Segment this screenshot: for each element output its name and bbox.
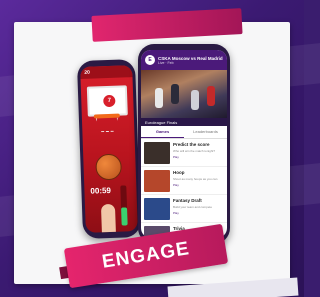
finger-swipe-graphic	[100, 203, 116, 233]
game-thumbnail	[144, 198, 170, 220]
app-header: E CSKA Moscow vs Real Madrid Live · Feb	[141, 50, 227, 70]
tab-games[interactable]: Games	[141, 126, 184, 138]
player-figure	[155, 88, 163, 108]
phone-engage-app: E CSKA Moscow vs Real Madrid Live · Feb …	[138, 44, 230, 244]
player-figure	[191, 90, 199, 110]
play-link[interactable]: Play	[173, 155, 215, 159]
game-feed: Predict the score Who will win the match …	[141, 139, 227, 238]
player-figure	[207, 86, 215, 106]
game-timer: 00:59	[90, 185, 112, 196]
game-thumbnail	[144, 142, 170, 164]
hoop-game-screen: 20 7 00:59	[80, 65, 138, 233]
status-time: 20	[84, 69, 90, 76]
app-logo-icon: E	[145, 55, 155, 65]
game-description: Who will win the match tonight?	[173, 149, 216, 153]
backboard: 7	[86, 85, 128, 117]
time-remaining-bar	[120, 185, 128, 226]
game-title: Fantasy Draft	[173, 198, 202, 203]
game-photo	[141, 70, 227, 118]
match-subtitle: Live · Feb	[158, 60, 174, 65]
section-bar-label: Euroleague Finals	[145, 119, 178, 125]
engage-app-screen: E CSKA Moscow vs Real Madrid Live · Feb …	[141, 50, 227, 238]
time-remaining-fill	[121, 207, 128, 226]
game-description: Build your team and compete	[173, 205, 213, 209]
game-title: Predict the score	[173, 142, 210, 147]
section-bar: Euroleague Finals	[141, 118, 227, 126]
tab-bar: Games Leaderboards	[141, 126, 227, 139]
play-link[interactable]: Play	[173, 211, 212, 215]
list-item[interactable]: Predict the score Who will win the match …	[141, 139, 227, 167]
list-item[interactable]: Hoop Shoot as many hoops as you can Play	[141, 167, 227, 195]
backboard-logo: 7	[103, 94, 116, 108]
tab-leaderboards[interactable]: Leaderboards	[184, 126, 227, 138]
list-item[interactable]: Fantasy Draft Build your team and compete…	[141, 195, 227, 223]
player-figure	[171, 84, 179, 104]
basketball-icon[interactable]	[95, 153, 123, 181]
game-description: Shoot as many hoops as you can	[173, 177, 218, 181]
play-link[interactable]: Play	[173, 183, 217, 187]
game-title: Hoop	[173, 170, 185, 175]
hoop-net	[96, 118, 118, 133]
status-bar: 20	[80, 65, 133, 79]
phone-hoop-game: 20 7 00:59	[76, 59, 142, 239]
game-thumbnail	[144, 170, 170, 192]
